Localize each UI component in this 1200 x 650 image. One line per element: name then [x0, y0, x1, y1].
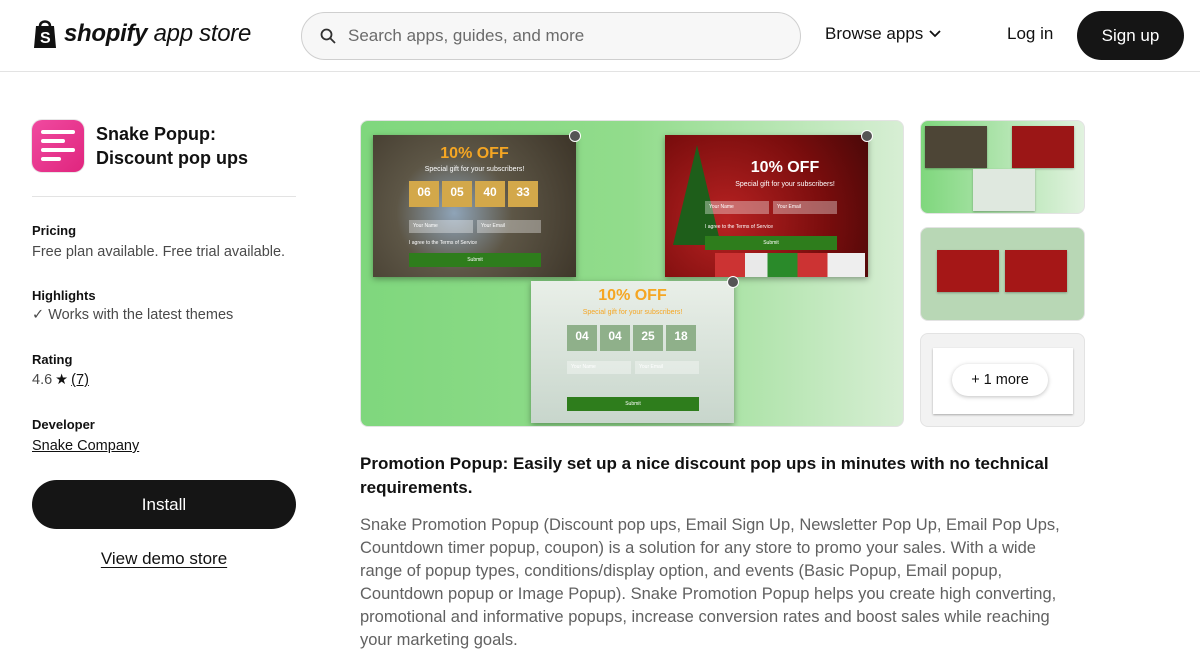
name-field: Your Name [409, 220, 473, 233]
rating-count-link[interactable]: (7) [71, 372, 89, 388]
logo-text: shopify app store [64, 20, 251, 47]
star-icon: ★ [55, 372, 69, 388]
thumbnail-popup-image [1005, 250, 1067, 292]
popup-preview-2: 10% OFF Special gift for your subscriber… [665, 130, 873, 277]
popup1-fields: Your Name Your Email [409, 220, 541, 233]
developer-link[interactable]: Snake Company [32, 438, 139, 454]
popup3-fields: Your Name Your Email [567, 361, 699, 374]
description-title: Promotion Popup: Easily set up a nice di… [360, 454, 1049, 497]
browse-apps-menu[interactable]: Browse apps [825, 24, 941, 44]
app-icon [32, 120, 84, 172]
description-body: Snake Promotion Popup (Discount pop ups,… [360, 516, 1060, 649]
email-field: Your Email [773, 201, 837, 214]
name-field: Your Name [567, 361, 631, 374]
popup2-gift: Special gift for your subscribers! [735, 181, 835, 188]
shopify-app-store-logo[interactable]: S shopify app store [32, 18, 251, 50]
close-icon [569, 130, 581, 142]
demo-store-row: View demo store [32, 549, 296, 569]
thumbnail-popup-image [1012, 126, 1074, 168]
pricing-value: Free plan available. Free trial availabl… [32, 244, 286, 260]
more-images-button[interactable]: + 1 more [952, 364, 1048, 396]
gallery-thumbnail-3[interactable]: + 1 more [920, 333, 1085, 427]
popup1-timer: 06 05 40 33 [409, 181, 538, 207]
timer-days: 04 [567, 325, 597, 351]
rating-row: 4.6 ★ (7) [32, 372, 89, 388]
highlights-value-row: ✓ Works with the latest themes [32, 307, 233, 323]
timer-seconds: 18 [666, 325, 696, 351]
email-field: Your Email [635, 361, 699, 374]
popup3-offer: 10% OFF [598, 287, 667, 304]
gallery-main-image[interactable]: 10% OFF Special gift for your subscriber… [360, 120, 904, 427]
timer-days: 06 [409, 181, 439, 207]
chevron-down-icon [929, 30, 941, 38]
timer-minutes: 40 [475, 181, 505, 207]
signup-button[interactable]: Sign up [1077, 11, 1184, 60]
search-input[interactable] [348, 26, 768, 46]
shopify-bag-icon: S [34, 20, 56, 48]
close-icon [861, 130, 873, 142]
search-icon [320, 28, 336, 44]
timer-hours: 04 [600, 325, 630, 351]
view-demo-store-link[interactable]: View demo store [101, 549, 227, 568]
email-field: Your Email [477, 220, 541, 233]
gallery-thumbnail-1[interactable] [920, 120, 1085, 214]
app-title: Snake Popup: Discount pop ups [96, 124, 248, 168]
browse-apps-label: Browse apps [825, 24, 924, 43]
developer-row: Snake Company [32, 438, 139, 454]
popup-preview-3: 10% OFF Special gift for your subscriber… [531, 276, 739, 423]
timer-hours: 05 [442, 181, 472, 207]
highlights-value: Works with the latest themes [48, 307, 234, 323]
thumbnail-popup-image [973, 169, 1035, 211]
popup3-submit: Submit [567, 397, 699, 411]
highlights-label: Highlights [32, 288, 96, 303]
svg-text:S: S [40, 30, 51, 47]
install-button[interactable]: Install [32, 480, 296, 529]
timer-minutes: 25 [633, 325, 663, 351]
popup1-gift: Special gift for your subscribers! [424, 166, 525, 173]
search-bar[interactable] [301, 12, 801, 60]
popup3-gift: Special gift for your subscribers! [582, 309, 683, 316]
popup1-terms: I agree to the Terms of Service [409, 240, 477, 246]
thumbnail-popup-image [937, 250, 999, 292]
popup2-submit: Submit [705, 236, 837, 250]
popup1-submit: Submit [409, 253, 541, 267]
popup2-fields: Your Name Your Email [705, 201, 837, 214]
timer-seconds: 33 [508, 181, 538, 207]
thumbnail-popup-image [925, 126, 987, 168]
popup1-offer: 10% OFF [440, 145, 509, 162]
login-link[interactable]: Log in [1007, 24, 1053, 44]
developer-label: Developer [32, 417, 95, 432]
rating-value: 4.6 [32, 372, 53, 388]
gallery-thumbnail-2[interactable] [920, 227, 1085, 321]
name-field: Your Name [705, 201, 769, 214]
top-header: S shopify app store Browse apps Log in S… [0, 0, 1200, 72]
rating-label: Rating [32, 352, 73, 367]
gifts-image [715, 253, 865, 277]
popup-preview-1: 10% OFF Special gift for your subscriber… [373, 130, 581, 277]
popup2-offer: 10% OFF [750, 159, 820, 176]
popup3-timer: 04 04 25 18 [567, 325, 696, 351]
divider [32, 196, 296, 197]
popup2-terms: I agree to the Terms of Service [705, 224, 773, 230]
checkmark-icon: ✓ [32, 307, 45, 323]
pricing-label: Pricing [32, 223, 77, 238]
